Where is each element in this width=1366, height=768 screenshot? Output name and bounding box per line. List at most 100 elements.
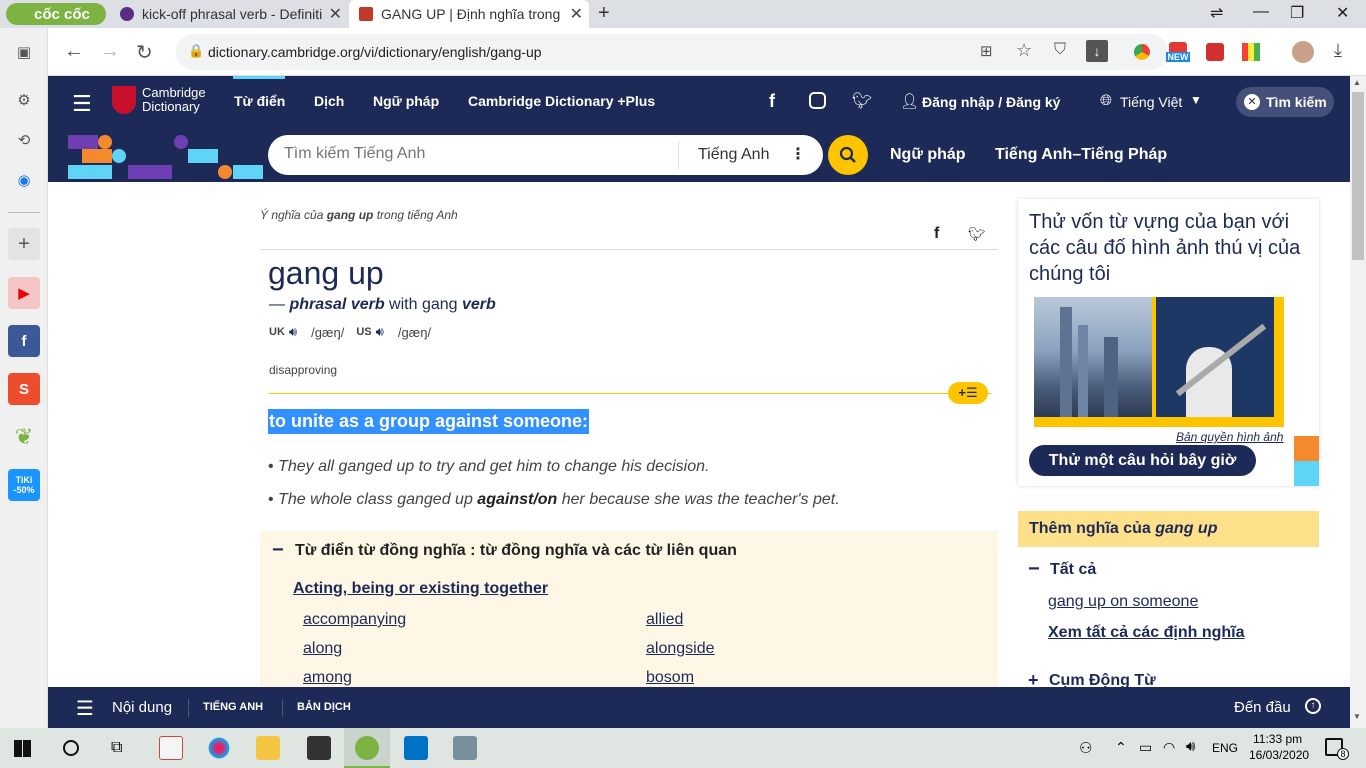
- all-label[interactable]: Tất cả: [1050, 561, 1096, 579]
- menu-hamburger-icon[interactable]: ☰: [72, 91, 92, 117]
- close-window-icon[interactable]: ✕: [1336, 3, 1349, 23]
- translation-tab[interactable]: BẢN DỊCH: [297, 701, 351, 713]
- back-to-top-link[interactable]: Đến đầu: [1234, 699, 1291, 716]
- app2-icon[interactable]: [453, 736, 477, 760]
- cortana-icon[interactable]: [63, 740, 79, 756]
- facebook-icon[interactable]: f: [8, 325, 40, 357]
- add-to-list-button[interactable]: +☰: [948, 382, 988, 404]
- synonym-link[interactable]: accompanying: [303, 611, 406, 629]
- scroll-up-icon[interactable]: ▲: [1353, 78, 1361, 87]
- tab-gang-up[interactable]: GANG UP | Định nghĩa trong ✕: [349, 0, 589, 28]
- search-toggle-button[interactable]: ✕ Tìm kiếm: [1236, 87, 1334, 117]
- back-icon[interactable]: ←: [64, 40, 84, 63]
- see-all-link[interactable]: Xem tất cả các định nghĩa: [1048, 624, 1245, 642]
- quiz-button[interactable]: Thử một câu hỏi bây giờ: [1029, 445, 1256, 476]
- extension-red-icon[interactable]: [1206, 43, 1224, 61]
- coccoc-leaf-icon[interactable]: ❦: [8, 421, 40, 453]
- shield-icon[interactable]: ⛉: [1054, 41, 1066, 59]
- minimize-icon[interactable]: —: [1253, 3, 1269, 21]
- task-view-icon[interactable]: ⧉: [111, 739, 122, 757]
- download-icon[interactable]: ↓: [1086, 40, 1108, 62]
- language-select[interactable]: Tiếng Việt: [1120, 94, 1182, 110]
- people-icon[interactable]: ⚇: [1079, 739, 1092, 757]
- synonym-link[interactable]: bosom: [646, 669, 694, 687]
- coccoc-taskbar-icon[interactable]: [355, 736, 379, 760]
- nav-dictionary[interactable]: Từ điển: [234, 93, 285, 109]
- extension-grid-icon[interactable]: [1242, 43, 1260, 61]
- english-tab[interactable]: TIẾNG ANH: [203, 701, 263, 713]
- input-language[interactable]: ENG: [1212, 741, 1238, 755]
- cambridge-logo[interactable]: Cambridge Dictionary: [112, 86, 206, 114]
- coccoc-logo[interactable]: cốc cốc: [6, 3, 106, 25]
- facebook-social-icon[interactable]: f: [769, 91, 775, 112]
- more-options-icon[interactable]: ⋮: [790, 144, 806, 164]
- url-bar[interactable]: 🔒 dictionary.cambridge.org/vi/dictionary…: [176, 34, 1168, 70]
- twitter-icon[interactable]: 🐦︎: [852, 91, 872, 111]
- battery-icon[interactable]: ▭: [1139, 739, 1152, 756]
- reload-icon[interactable]: ↻: [136, 40, 153, 65]
- close-tab-icon[interactable]: ✕: [329, 4, 342, 24]
- thesaurus-title[interactable]: Từ điển từ đồng nghĩa : từ đồng nghĩa và…: [295, 542, 737, 560]
- nav-translate[interactable]: Dịch: [314, 93, 344, 109]
- copyright-link[interactable]: Bản quyền hình ảnh: [1176, 430, 1283, 444]
- all-collapse-icon[interactable]: −: [1028, 558, 1040, 581]
- chevron-up-icon[interactable]: ⌃: [1115, 739, 1127, 756]
- search-language-select[interactable]: Tiếng Anh: [698, 146, 769, 164]
- synonym-link[interactable]: among: [303, 669, 352, 687]
- add-shortcut-icon[interactable]: +: [8, 228, 40, 260]
- history-icon[interactable]: ⟲: [8, 124, 40, 156]
- menu-icon[interactable]: ☰: [76, 696, 94, 721]
- nav-plus[interactable]: Cambridge Dictionary +Plus: [468, 93, 655, 109]
- uk-speaker-icon[interactable]: 🔊︎: [289, 324, 297, 340]
- app-icon[interactable]: [159, 736, 183, 760]
- collapse-icon[interactable]: −: [272, 539, 284, 562]
- outlook-icon[interactable]: [404, 736, 428, 760]
- volume-icon[interactable]: 🔊︎: [1186, 738, 1195, 755]
- english-french-link[interactable]: Tiếng Anh–Tiếng Pháp: [995, 146, 1167, 164]
- clock-time[interactable]: 11:33 pm: [1253, 732, 1302, 746]
- contents-link[interactable]: Nội dung: [112, 699, 172, 716]
- bookmark-star-icon[interactable]: ☆: [1016, 40, 1032, 61]
- extension-chrome-icon[interactable]: [1134, 44, 1150, 60]
- messenger-icon[interactable]: ◉: [8, 164, 40, 196]
- synonym-link[interactable]: allied: [646, 611, 683, 629]
- scroll-thumb[interactable]: [1352, 92, 1364, 260]
- synonym-link[interactable]: alongside: [646, 640, 715, 658]
- nav-grammar[interactable]: Ngữ pháp: [373, 93, 439, 109]
- new-tab-icon[interactable]: +: [598, 2, 610, 25]
- login-link[interactable]: Đăng nhập / Đăng ký: [922, 94, 1060, 110]
- search-submit-button[interactable]: [828, 135, 868, 175]
- page-scrollbar[interactable]: ▲ ▼: [1350, 76, 1366, 728]
- maximize-icon[interactable]: ❐: [1290, 3, 1304, 23]
- forward-icon[interactable]: →: [100, 40, 120, 63]
- tiki-icon[interactable]: TiKi -50%: [8, 469, 40, 501]
- chevron-down-icon[interactable]: ▼: [1190, 93, 1202, 107]
- shopee-icon[interactable]: S: [8, 373, 40, 405]
- share-facebook-icon[interactable]: f: [934, 225, 939, 243]
- network-icon[interactable]: ◠: [1163, 739, 1175, 756]
- tab-kickoff[interactable]: kick-off phrasal verb - Definiti ✕: [110, 0, 348, 28]
- paint-icon[interactable]: [207, 736, 231, 760]
- grammar-link[interactable]: Ngữ pháp: [890, 146, 966, 164]
- downloads-icon[interactable]: ⤓: [1334, 40, 1342, 61]
- sidebar-link[interactable]: gang up on someone: [1048, 593, 1198, 611]
- search-input[interactable]: [284, 145, 664, 163]
- sticky-notes-icon[interactable]: [307, 736, 331, 760]
- youtube-icon[interactable]: ▶: [8, 277, 40, 309]
- translate-icon[interactable]: ⊞: [980, 42, 993, 60]
- synonym-link[interactable]: along: [303, 640, 342, 658]
- thesaurus-group[interactable]: Acting, being or existing together: [293, 580, 548, 598]
- close-tab-icon[interactable]: ✕: [570, 4, 583, 24]
- clock-date[interactable]: 16/03/2020: [1249, 748, 1309, 762]
- profile-avatar[interactable]: [1292, 41, 1314, 63]
- quiz-image-windmill[interactable]: [1156, 297, 1274, 417]
- tabs-menu-icon[interactable]: ⇌: [1210, 3, 1223, 23]
- share-twitter-icon[interactable]: 🐦︎: [968, 226, 986, 243]
- scroll-down-icon[interactable]: ▼: [1353, 712, 1361, 721]
- settings-gear-icon[interactable]: ⚙: [8, 84, 40, 116]
- sidebar-toggle-icon[interactable]: ▣: [8, 36, 40, 68]
- windows-start-icon[interactable]: [14, 740, 31, 757]
- instagram-icon[interactable]: [809, 92, 826, 109]
- arrow-up-circle-icon[interactable]: ↑: [1305, 698, 1321, 714]
- file-explorer-icon[interactable]: [256, 736, 280, 760]
